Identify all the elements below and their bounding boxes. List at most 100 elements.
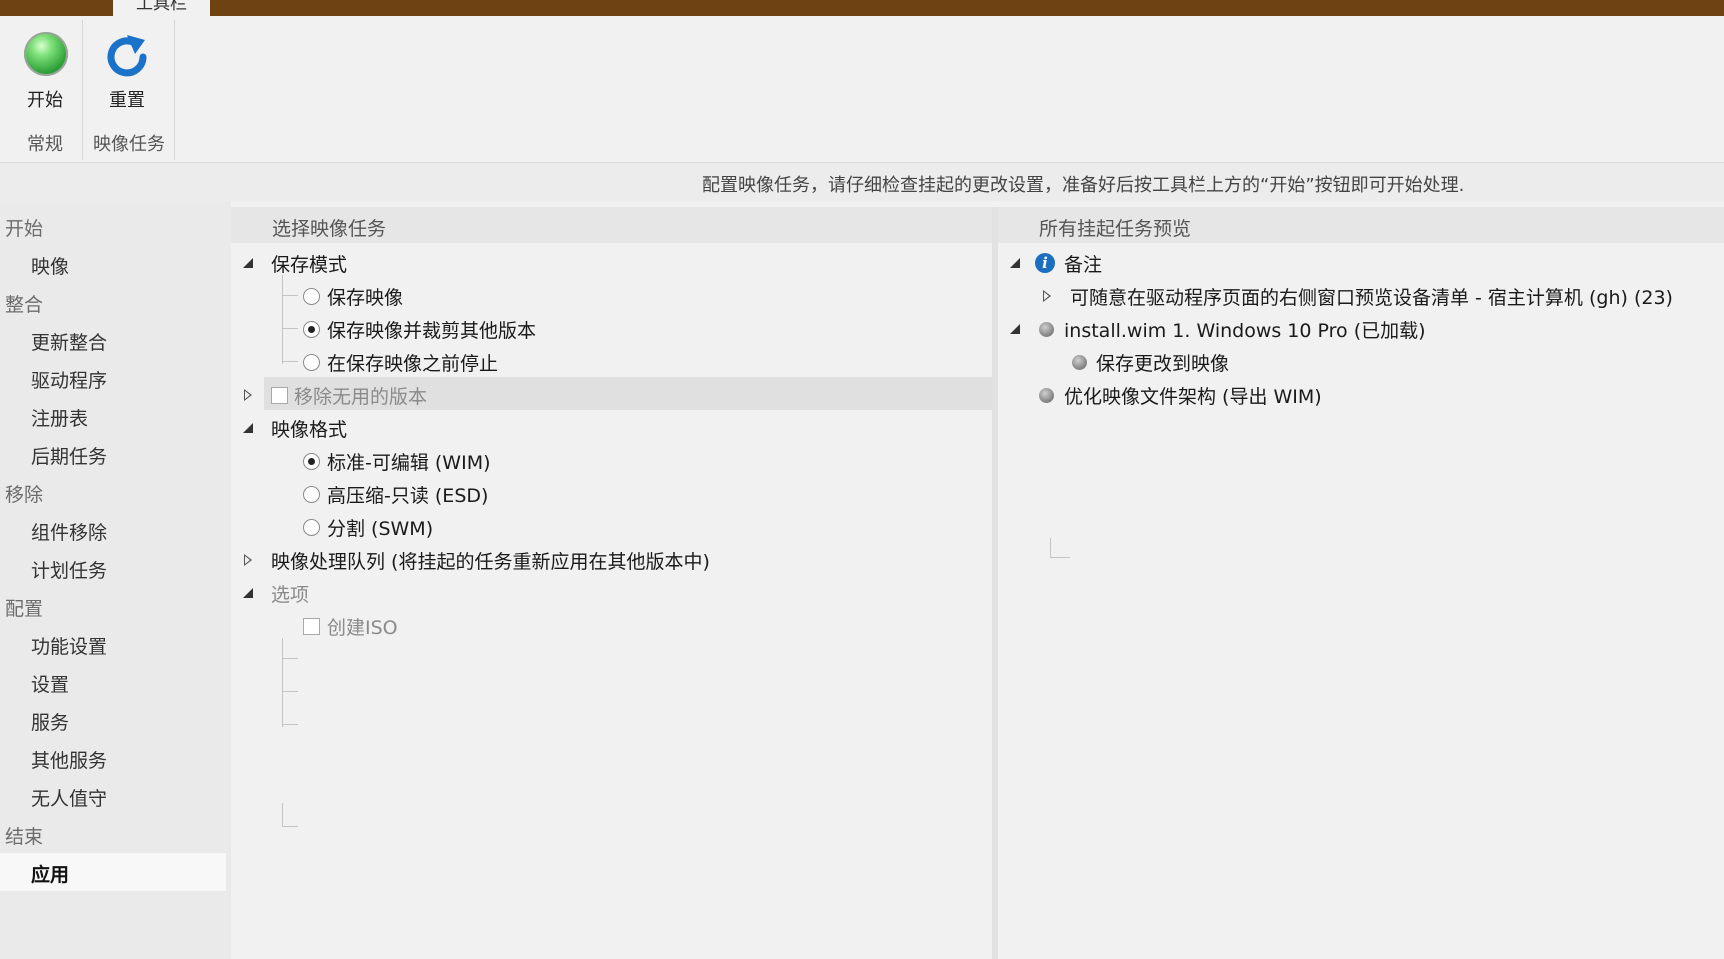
sidebar: 开始 映像 整合 更新整合 驱动程序 注册表 后期任务 移除 组件移除 计划任务…: [0, 201, 231, 959]
sidebar-item-drivers[interactable]: 驱动程序: [31, 366, 107, 393]
image-format-label: 映像格式: [271, 419, 348, 441]
tree-connector: [282, 803, 283, 827]
collapse-icon[interactable]: [244, 554, 252, 566]
sidebar-item-features[interactable]: 功能设置: [31, 632, 107, 659]
sidebar-category-remove: 移除: [5, 484, 44, 506]
pending-tasks-header: 所有挂起任务预览: [998, 207, 1724, 243]
sidebar-item-component-removal[interactable]: 组件移除: [31, 518, 107, 545]
save-and-trim-option[interactable]: 保存映像并裁剪其他版本: [231, 313, 992, 345]
format-esd-label: 高压缩-只读 (ESD): [327, 485, 489, 507]
notes-child-node[interactable]: 可随意在驱动程序页面的右侧窗口预览设备清单 - 宿主计算机 (gh) (23): [998, 280, 1724, 312]
task-status-icon: [1072, 355, 1087, 370]
image-label: install.wim 1. Windows 10 Pro (已加载): [1064, 320, 1426, 342]
format-esd-radio[interactable]: [303, 486, 320, 503]
info-icon: i: [1035, 253, 1055, 273]
optimize-node[interactable]: 优化映像文件架构 (导出 WIM): [998, 379, 1724, 411]
save-and-trim-label: 保存映像并裁剪其他版本: [327, 320, 537, 342]
sidebar-item-other-services[interactable]: 其他服务: [31, 746, 107, 773]
remove-unused-label: 移除无用的版本: [294, 386, 428, 408]
create-iso-option[interactable]: 创建ISO: [231, 610, 992, 642]
save-and-trim-radio[interactable]: [303, 321, 320, 338]
image-format-node[interactable]: 映像格式: [231, 412, 992, 444]
reset-button-label: 重置: [109, 90, 145, 111]
sidebar-item-updates[interactable]: 更新整合: [31, 328, 107, 355]
stop-before-save-option[interactable]: 在保存映像之前停止: [231, 346, 992, 378]
pending-tasks-header-label: 所有挂起任务预览: [1039, 218, 1192, 240]
stop-before-save-radio[interactable]: [303, 354, 320, 371]
group-general-label: 常规: [27, 134, 63, 155]
create-iso-label: 创建ISO: [327, 617, 398, 639]
save-image-label: 保存映像: [327, 287, 404, 309]
tab-toolbar[interactable]: 工具栏: [113, 0, 210, 16]
options-label: 选项: [271, 584, 310, 606]
ribbon: 开始 常规 重置 映像任务: [0, 16, 1724, 163]
expand-icon[interactable]: [1010, 324, 1020, 334]
start-button[interactable]: 开始: [10, 24, 80, 114]
format-wim-label: 标准-可编辑 (WIM): [327, 452, 491, 474]
expand-icon[interactable]: [243, 588, 253, 598]
pending-tasks-panel: 所有挂起任务预览 i 备注 可随意在驱动程序页面的右侧窗口预览设备清单 - 宿主…: [998, 207, 1724, 959]
tab-toolbar-label: 工具栏: [136, 0, 187, 14]
format-wim-option[interactable]: 标准-可编辑 (WIM): [231, 445, 992, 477]
notes-label: 备注: [1064, 254, 1103, 276]
sidebar-category-integrate: 整合: [5, 294, 44, 316]
sidebar-item-post-tasks[interactable]: 后期任务: [31, 442, 107, 469]
stop-before-save-label: 在保存映像之前停止: [327, 353, 499, 375]
notes-node[interactable]: i 备注: [998, 247, 1724, 279]
notes-child-label: 可随意在驱动程序页面的右侧窗口预览设备清单 - 宿主计算机 (gh) (23): [1070, 287, 1673, 309]
sidebar-item-scheduled-tasks[interactable]: 计划任务: [31, 556, 107, 583]
sidebar-item-services[interactable]: 服务: [31, 708, 69, 735]
save-changes-node[interactable]: 保存更改到映像: [998, 346, 1724, 378]
tree-connector: [282, 658, 298, 659]
format-wim-radio[interactable]: [303, 453, 320, 470]
group-image-tasks-label: 映像任务: [93, 134, 165, 155]
expand-icon[interactable]: [243, 423, 253, 433]
save-mode-node[interactable]: 保存模式: [231, 247, 992, 279]
title-bar: [0, 0, 1724, 16]
create-iso-checkbox[interactable]: [303, 618, 320, 635]
collapse-icon[interactable]: [1043, 290, 1051, 302]
sidebar-category-configure: 配置: [5, 598, 44, 620]
expand-icon[interactable]: [1010, 258, 1020, 268]
info-text: 配置映像任务，请仔细检查挂起的更改设置，准备好后按工具栏上方的“开始”按钮即可开…: [702, 175, 1465, 196]
sidebar-item-settings[interactable]: 设置: [31, 670, 69, 697]
format-swm-option[interactable]: 分割 (SWM): [231, 511, 992, 543]
sidebar-item-unattended[interactable]: 无人值守: [31, 784, 107, 811]
options-node[interactable]: 选项: [231, 577, 992, 609]
tree-connector: [1050, 557, 1070, 558]
tree-connector: [282, 724, 298, 725]
sidebar-item-apply[interactable]: 应用: [31, 860, 69, 887]
tree-connector: [282, 691, 298, 692]
info-bar: 配置映像任务，请仔细检查挂起的更改设置，准备好后按工具栏上方的“开始”按钮即可开…: [0, 163, 1724, 201]
tree-connector: [1050, 538, 1051, 557]
start-icon: [24, 32, 68, 76]
remove-unused-checkbox[interactable]: [271, 387, 288, 404]
ribbon-separator: [174, 20, 175, 160]
sidebar-item-registry[interactable]: 注册表: [31, 404, 88, 431]
task-status-icon: [1039, 322, 1054, 337]
image-tasks-header: 选择映像任务: [231, 207, 992, 243]
format-swm-radio[interactable]: [303, 519, 320, 536]
image-node[interactable]: install.wim 1. Windows 10 Pro (已加载): [998, 313, 1724, 345]
format-swm-label: 分割 (SWM): [327, 518, 434, 540]
task-status-icon: [1039, 388, 1054, 403]
start-button-label: 开始: [27, 90, 63, 111]
save-image-option[interactable]: 保存映像: [231, 280, 992, 312]
collapse-icon[interactable]: [244, 389, 252, 401]
save-changes-label: 保存更改到映像: [1096, 353, 1230, 375]
save-mode-label: 保存模式: [271, 254, 348, 276]
processing-queue-node[interactable]: 映像处理队列 (将挂起的任务重新应用在其他版本中): [231, 544, 992, 576]
processing-queue-label: 映像处理队列 (将挂起的任务重新应用在其他版本中): [271, 551, 710, 573]
ribbon-separator: [82, 20, 83, 160]
save-image-radio[interactable]: [303, 288, 320, 305]
format-esd-option[interactable]: 高压缩-只读 (ESD): [231, 478, 992, 510]
sidebar-category-start: 开始: [5, 218, 44, 240]
expand-icon[interactable]: [243, 258, 253, 268]
optimize-label: 优化映像文件架构 (导出 WIM): [1064, 386, 1322, 408]
tree-connector: [282, 826, 298, 827]
remove-unused-editions-node[interactable]: 移除无用的版本: [231, 379, 992, 411]
sidebar-item-image[interactable]: 映像: [31, 252, 69, 279]
reset-button[interactable]: 重置: [92, 24, 162, 114]
refresh-icon: [107, 35, 147, 77]
tree-connector: [282, 638, 283, 727]
